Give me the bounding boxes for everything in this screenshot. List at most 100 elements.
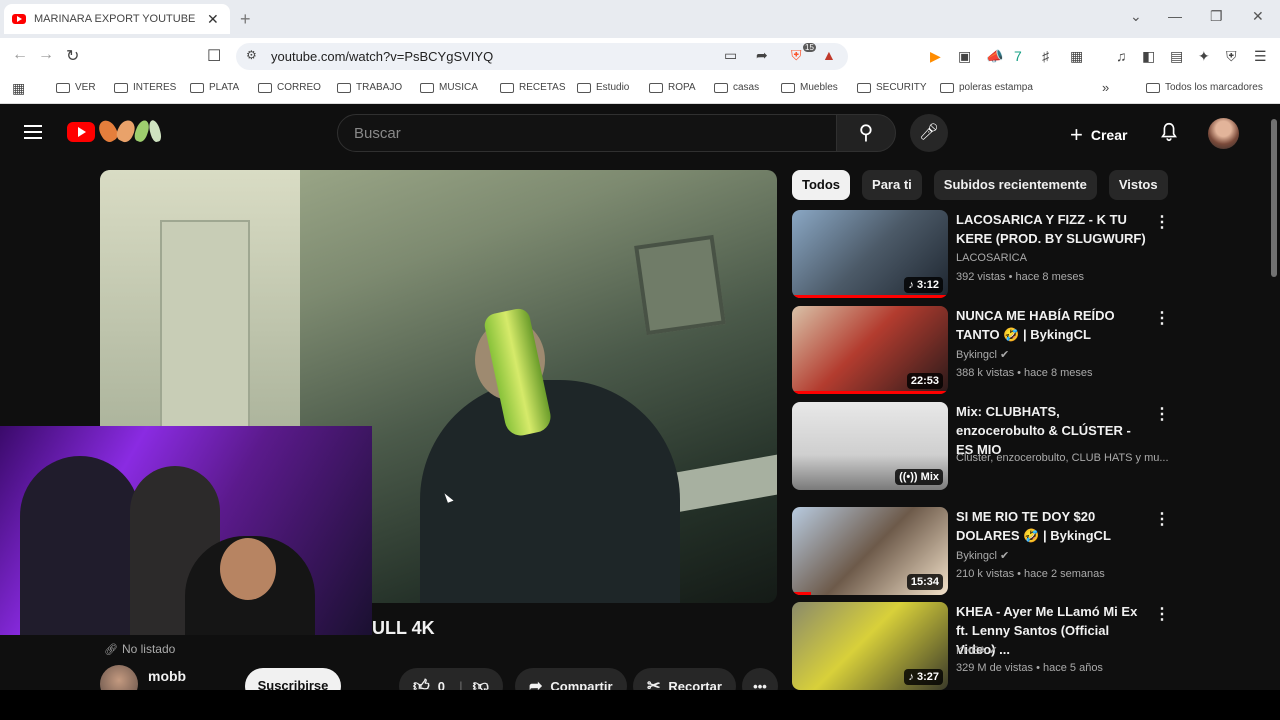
- vertical-dots-menu-icon[interactable]: ⋮: [1154, 212, 1170, 232]
- recommendation-item[interactable]: ♪ 3:12 LACOSARICA Y FIZZ - K TU KERE (PR…: [792, 210, 1172, 298]
- address-bar[interactable]: ⚙ youtube.com/watch?v=PsBCYgSVIYQ ▭ ➦ ⛨ …: [236, 43, 848, 70]
- bookmark-folder-ropa[interactable]: ROPA: [649, 82, 696, 93]
- bookmark-folder-ver[interactable]: VER: [56, 82, 96, 93]
- create-button[interactable]: + Crear: [1070, 122, 1127, 148]
- bookmark-folder-security[interactable]: SECURITY: [857, 82, 927, 93]
- browser-menu-icon[interactable]: ☰: [1254, 48, 1267, 65]
- like-dislike-button[interactable]: 👍︎ 0 | 👎︎: [399, 668, 503, 690]
- bookmark-icon[interactable]: ☐: [207, 46, 221, 66]
- tab-search-icon[interactable]: ⌄: [1130, 8, 1142, 25]
- vertical-dots-menu-icon[interactable]: ⋮: [1154, 604, 1170, 624]
- bookmark-folder-interes[interactable]: INTERES: [114, 82, 176, 93]
- like-count: 0: [437, 678, 445, 691]
- new-tab-button[interactable]: +: [240, 9, 251, 30]
- video-thumbnail[interactable]: 22:53: [792, 306, 948, 394]
- doodle-icon[interactable]: [132, 118, 152, 144]
- video-thumbnail[interactable]: 15:34: [792, 507, 948, 595]
- rewards-triangle-icon[interactable]: ▲: [822, 47, 836, 63]
- page-scrollbar[interactable]: [1268, 105, 1280, 690]
- bookmarks-overflow-icon[interactable]: »: [1102, 80, 1109, 95]
- recommendation-title[interactable]: NUNCA ME HABÍA REÍDO TANTO 🤣 | BykingCL: [956, 306, 1146, 344]
- wallet-icon[interactable]: ▤: [1170, 48, 1183, 65]
- leo-ai-icon[interactable]: ✦: [1198, 48, 1210, 65]
- clip-button[interactable]: ✂ Recortar: [633, 668, 736, 690]
- browser-tab[interactable]: MARINARA EXPORT YOUTUBE FULL ✕: [4, 4, 230, 34]
- forward-arrow-icon[interactable]: →: [38, 46, 54, 64]
- youtube-logo-icon[interactable]: [67, 122, 95, 142]
- bookmark-folder-casas[interactable]: casas: [714, 82, 759, 93]
- megaphone-extension-icon[interactable]: 📣: [986, 48, 1003, 65]
- recommendation-title[interactable]: Mix: CLUBHATS, enzocerobulto & CLÚSTER -…: [956, 402, 1146, 459]
- translate-extension-icon[interactable]: 7: [1014, 48, 1022, 64]
- bookmark-folder-estudio[interactable]: Estudio: [577, 82, 629, 93]
- voice-search-button[interactable]: 🎤︎: [910, 114, 948, 152]
- url-text[interactable]: youtube.com/watch?v=PsBCYgSVIYQ: [271, 49, 493, 64]
- subscribe-button[interactable]: Suscribirse: [245, 668, 341, 690]
- account-avatar[interactable]: [1208, 118, 1239, 149]
- recommendation-channel[interactable]: KHEA ✔: [956, 644, 998, 657]
- video-thumbnail[interactable]: ♪ 3:12: [792, 210, 948, 298]
- brave-shield-icon[interactable]: ⛨: [791, 47, 802, 64]
- youtube-favicon-icon: [12, 14, 26, 24]
- microphone-icon: 🎤︎: [918, 124, 940, 141]
- site-info-icon[interactable]: ⚙: [246, 48, 257, 62]
- close-tab-icon[interactable]: ✕: [207, 11, 219, 28]
- minimize-button[interactable]: —: [1168, 8, 1182, 24]
- back-arrow-icon[interactable]: ←: [12, 46, 28, 64]
- duration-badge: 22:53: [906, 373, 943, 389]
- guide-menu-icon[interactable]: [24, 125, 42, 139]
- recommendation-item[interactable]: ♪ 3:27 KHEA - Ayer Me LLamó Mi Ex ft. Le…: [792, 602, 1172, 690]
- cast-icon[interactable]: ▭: [724, 47, 737, 64]
- vertical-dots-menu-icon[interactable]: ⋮: [1154, 404, 1170, 424]
- video-thumbnail[interactable]: ((•)) Mix: [792, 402, 948, 490]
- apps-grid-icon[interactable]: ▦: [12, 80, 25, 97]
- sidebar-icon[interactable]: ◧: [1142, 48, 1155, 65]
- close-window-button[interactable]: ✕: [1252, 8, 1264, 25]
- chip-todos[interactable]: Todos: [792, 170, 851, 200]
- bookmark-folder-musica[interactable]: MUSICA: [420, 82, 478, 93]
- search-button[interactable]: ⚲: [836, 114, 896, 152]
- chip-vistos[interactable]: Vistos: [1108, 170, 1168, 200]
- webcam-person: [20, 456, 140, 635]
- extensions-puzzle-icon[interactable]: ♯: [1042, 48, 1049, 64]
- vertical-dots-menu-icon[interactable]: ⋮: [1154, 509, 1170, 529]
- bookmark-folder-plata[interactable]: PLATA: [190, 82, 239, 93]
- doodle-icon[interactable]: [147, 119, 163, 143]
- search-input[interactable]: Buscar: [337, 114, 837, 152]
- chip-para-ti[interactable]: Para ti: [862, 170, 922, 200]
- notifications-bell-icon[interactable]: [1158, 121, 1180, 143]
- recommendation-title[interactable]: LACOSARICA Y FIZZ - K TU KERE (PROD. BY …: [956, 210, 1146, 248]
- recommendation-channel[interactable]: Clúster, enzocerobulto, CLUB HATS y mu..…: [956, 452, 1169, 464]
- recommendation-channel[interactable]: Bykingcl ✔: [956, 348, 1009, 361]
- reload-icon[interactable]: ↻: [66, 46, 79, 66]
- recommendation-title[interactable]: SI ME RIO TE DOY $20 DOLARES 🤣 | BykingC…: [956, 507, 1146, 545]
- recommendation-channel[interactable]: Bykingcl ✔: [956, 549, 1009, 562]
- scrollbar-thumb[interactable]: [1271, 119, 1277, 277]
- screenshot-icon[interactable]: ▦: [1070, 48, 1083, 65]
- channel-avatar[interactable]: [100, 665, 138, 690]
- play-extension-icon[interactable]: ▶: [930, 48, 941, 65]
- recommendation-item[interactable]: 22:53 NUNCA ME HABÍA REÍDO TANTO 🤣 | Byk…: [792, 306, 1172, 394]
- channel-name[interactable]: mobb: [148, 668, 186, 684]
- bookmark-folder-correo[interactable]: CORREO: [258, 82, 321, 93]
- video-thumbnail[interactable]: ♪ 3:27: [792, 602, 948, 690]
- bookmark-folder-trabajo[interactable]: TRABAJO: [337, 82, 402, 93]
- extension-icon-1[interactable]: ▣: [958, 48, 971, 65]
- recommendation-item[interactable]: ((•)) Mix Mix: CLUBHATS, enzocerobulto &…: [792, 402, 1172, 490]
- recommendation-channel[interactable]: LACOSARICA: [956, 252, 1027, 264]
- share-icon[interactable]: ➦: [756, 47, 768, 64]
- vertical-dots-menu-icon[interactable]: ⋮: [1154, 308, 1170, 328]
- bookmark-folder-recetas[interactable]: RECETAS: [500, 82, 566, 93]
- more-actions-button[interactable]: •••: [742, 668, 778, 690]
- divider: |: [458, 678, 463, 691]
- bookmark-label: casas: [733, 82, 760, 93]
- all-bookmarks-folder[interactable]: Todos los marcadores: [1146, 82, 1263, 93]
- vpn-shield-icon[interactable]: ⛨: [1226, 48, 1237, 65]
- share-button[interactable]: ➦ Compartir: [515, 668, 627, 690]
- bookmark-folder-muebles[interactable]: Muebles: [781, 82, 838, 93]
- media-control-icon[interactable]: ♫: [1116, 48, 1127, 64]
- bookmark-folder-poleras[interactable]: poleras estampa: [940, 82, 1033, 93]
- maximize-button[interactable]: ❐: [1210, 8, 1223, 25]
- chip-subidos-recientemente[interactable]: Subidos recientemente: [933, 170, 1097, 200]
- recommendation-item[interactable]: 15:34 SI ME RIO TE DOY $20 DOLARES 🤣 | B…: [792, 507, 1172, 595]
